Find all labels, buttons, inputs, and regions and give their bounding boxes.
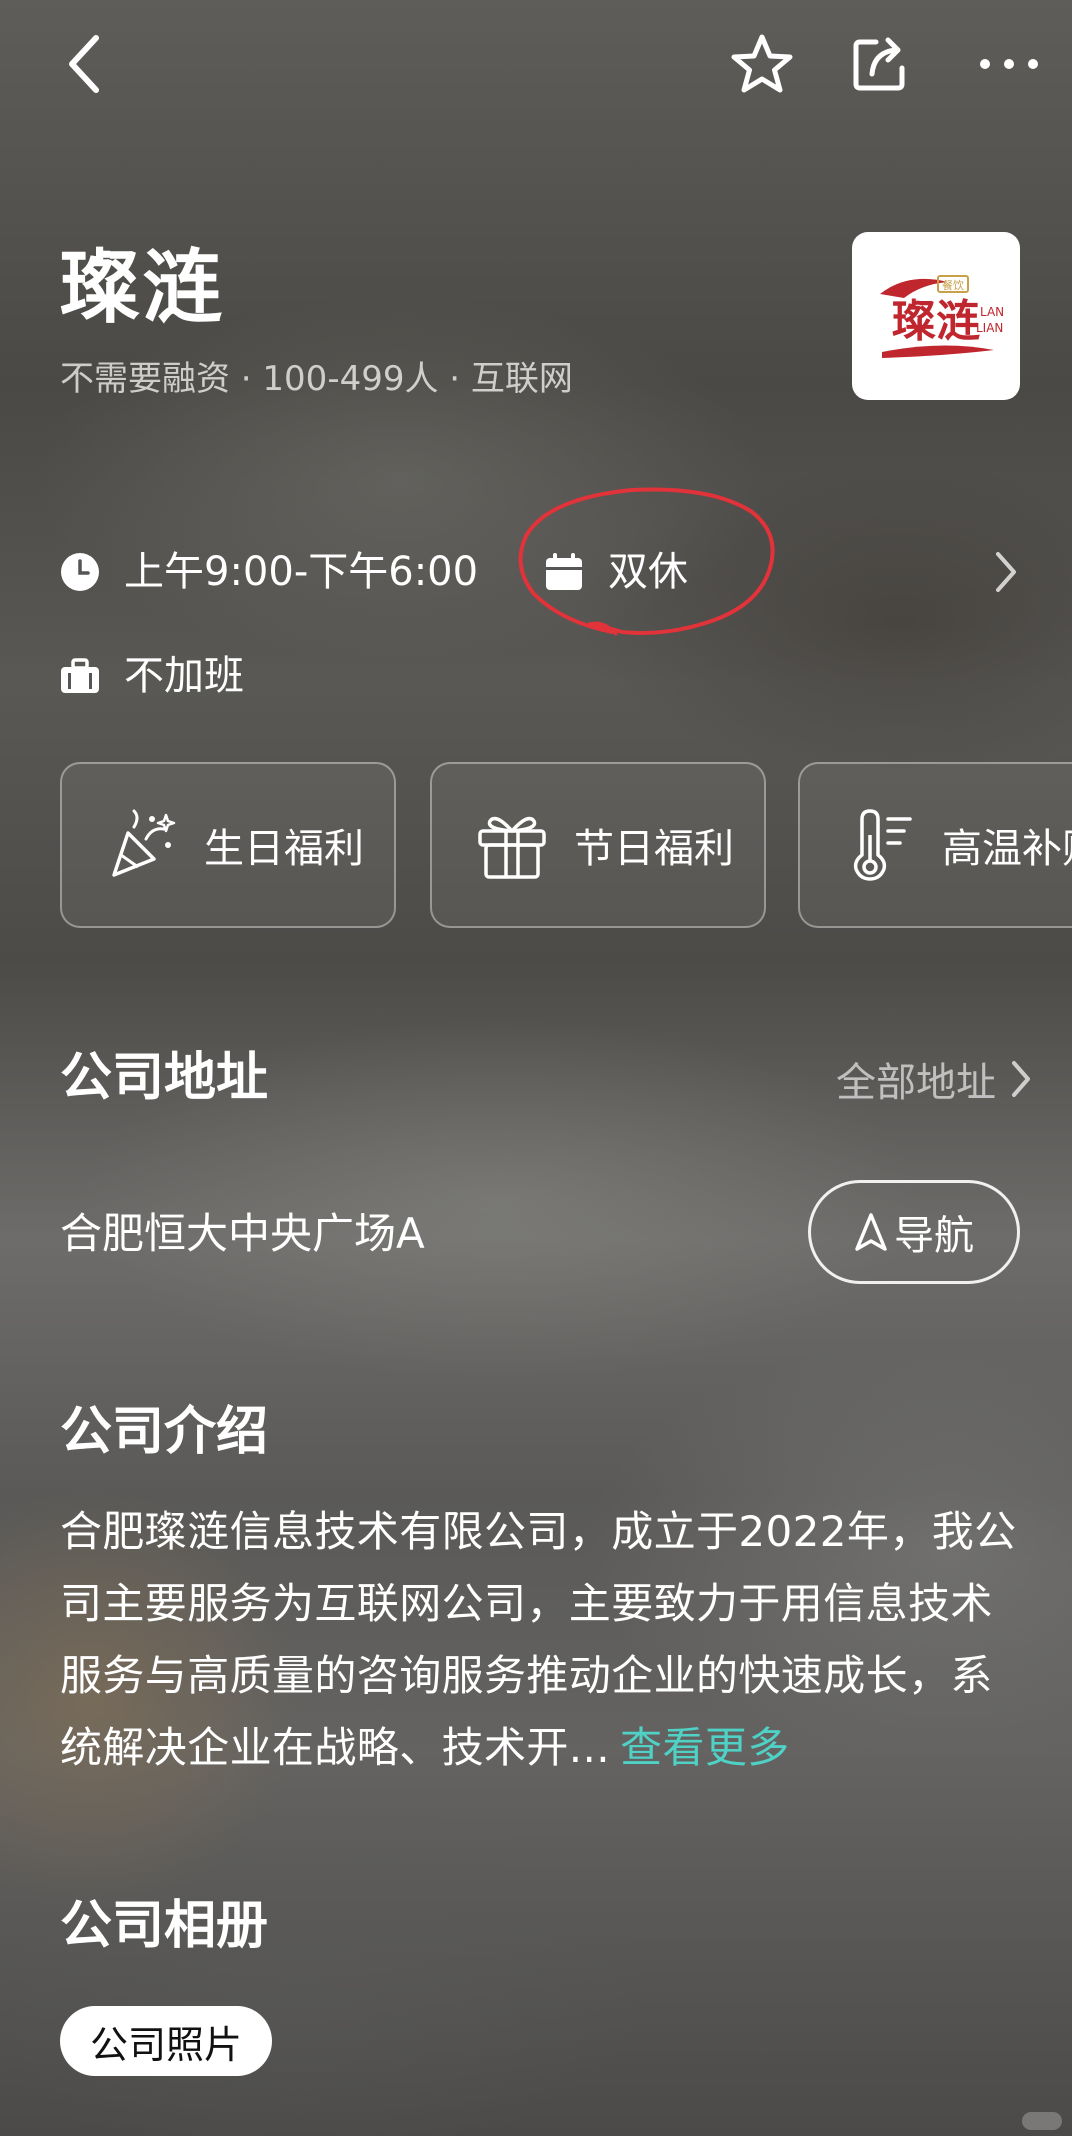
company-logo-image: 餐饮 璨涟 LAN LIAN	[880, 275, 1004, 358]
back-arrow-icon	[69, 35, 99, 93]
party-popper-icon	[112, 809, 176, 877]
gift-icon	[478, 816, 546, 879]
company-name: 璨涟	[60, 241, 224, 334]
logo-sub1: LAN	[980, 305, 1004, 319]
company-meta: 不需要融资 · 100-499人 · 互联网	[60, 359, 573, 399]
favorite-button[interactable]	[726, 28, 798, 100]
album-section-title: 公司相册	[60, 1896, 269, 1956]
navigation-icon	[855, 1213, 887, 1251]
briefcase-icon	[60, 656, 100, 696]
watermark-badge	[1022, 2112, 1062, 2130]
clock-icon	[60, 552, 100, 592]
all-addresses-label: 全部地址	[836, 1060, 996, 1106]
benefit-card-festival[interactable]: 节日福利	[430, 762, 766, 928]
logo-text: 璨涟	[892, 296, 980, 347]
benefit-label-high-temperature: 高温补贴	[942, 826, 1072, 872]
logo-badge-text: 餐饮	[942, 278, 964, 292]
share-icon	[853, 37, 905, 91]
overtime-policy: 不加班	[60, 650, 244, 702]
working-hours: 上午9:00-下午6:00	[60, 546, 478, 598]
benefit-card-high-temperature[interactable]: 高温补贴	[798, 762, 1072, 928]
navigate-label: 导航	[894, 1213, 974, 1259]
back-button[interactable]	[48, 28, 120, 100]
benefit-label-festival: 节日福利	[574, 826, 734, 872]
logo-sub2: LIAN	[976, 321, 1003, 335]
company-detail-screen: 璨涟 不需要融资 · 100-499人 · 互联网 餐饮 璨涟 LAN LIAN…	[0, 0, 1072, 2136]
work-info-chevron-icon[interactable]	[994, 550, 1018, 598]
star-icon	[731, 34, 793, 93]
all-addresses-link[interactable]: 全部地址	[836, 1050, 1032, 1108]
intro-section-title: 公司介绍	[60, 1402, 269, 1462]
address-text: 合肥恒大中央广场A	[60, 1209, 425, 1258]
intro-text-block: 合肥璨涟信息技术有限公司，成立于2022年，我公司主要服务为互联网公司，主要致力…	[60, 1496, 1020, 1784]
working-hours-text: 上午9:00-下午6:00	[124, 549, 479, 595]
thermometer-icon	[853, 809, 912, 881]
benefit-card-birthday[interactable]: 生日福利	[60, 762, 396, 928]
intro-text: 合肥璨涟信息技术有限公司，成立于2022年，我公司主要服务为互联网公司，主要致力…	[60, 1507, 1017, 1772]
overtime-text: 不加班	[124, 653, 244, 699]
company-logo[interactable]: 餐饮 璨涟 LAN LIAN	[852, 232, 1020, 400]
navigate-button[interactable]: 导航	[808, 1180, 1020, 1284]
see-more-link[interactable]: 查看更多	[620, 1723, 790, 1772]
benefit-label-birthday: 生日福利	[204, 826, 364, 872]
hand-drawn-highlight-circle	[512, 484, 782, 648]
album-tab-company-photos[interactable]: 公司照片	[60, 2006, 273, 2076]
more-button[interactable]	[954, 28, 1064, 100]
more-icon	[980, 59, 1038, 69]
chevron-right-icon	[1012, 1061, 1030, 1097]
address-section-title: 公司地址	[60, 1048, 269, 1108]
share-button[interactable]	[844, 28, 916, 100]
